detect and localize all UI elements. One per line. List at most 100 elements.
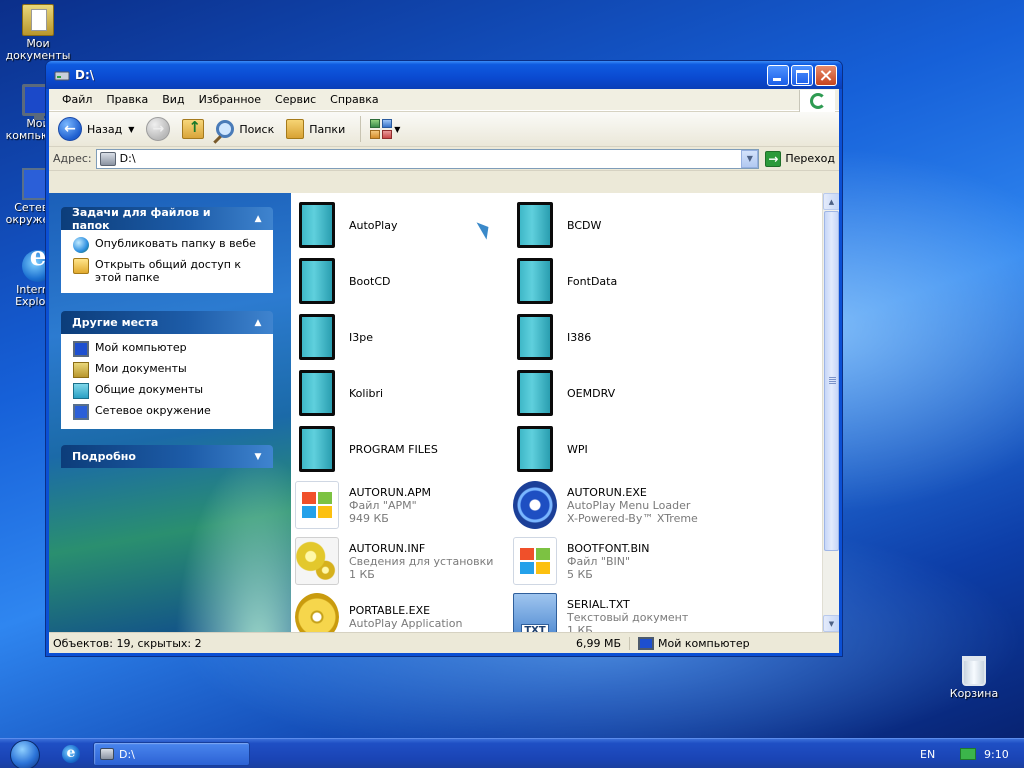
folder-icon bbox=[517, 370, 553, 416]
file-tasks-body: Опубликовать папку в вебе Открыть общий … bbox=[61, 230, 273, 293]
drive-icon bbox=[54, 67, 70, 83]
folders-label: Папки bbox=[309, 122, 346, 136]
folder-up-icon bbox=[182, 118, 205, 139]
file-item[interactable]: AUTORUN.INF Сведения для установки 1 КБ bbox=[295, 533, 513, 589]
folder-icon bbox=[299, 426, 335, 472]
menu-edit[interactable]: Правка bbox=[99, 89, 155, 111]
network-places-icon bbox=[73, 404, 89, 420]
file-item[interactable]: TXT SERIAL.TXT Текстовый документ 1 КБ bbox=[513, 589, 731, 632]
address-value: D:\ bbox=[119, 152, 136, 165]
place-label: Общие документы bbox=[95, 383, 204, 396]
task-label: Открыть общий доступ к этой папке bbox=[95, 258, 242, 284]
address-dropdown-icon[interactable]: ▼ bbox=[741, 149, 759, 168]
menu-favorites[interactable]: Избранное bbox=[192, 89, 268, 111]
file-item[interactable]: BootCD bbox=[295, 253, 513, 309]
windows-file-icon bbox=[513, 537, 557, 585]
file-item[interactable]: FontData bbox=[513, 253, 731, 309]
start-button[interactable] bbox=[10, 740, 40, 768]
maximize-button[interactable] bbox=[791, 64, 813, 86]
file-name: WPI bbox=[567, 442, 588, 456]
txt-badge: TXT bbox=[521, 624, 549, 632]
status-size: 6,99 МБ bbox=[575, 636, 621, 650]
network-tray-icon[interactable] bbox=[960, 748, 976, 760]
place-shared-documents[interactable]: Общие документы bbox=[73, 383, 264, 399]
vertical-scrollbar[interactable]: ▲ ▼ bbox=[822, 193, 839, 632]
place-my-documents[interactable]: Мои документы bbox=[73, 362, 264, 378]
desktop-icon-my-documents[interactable]: Мои документы bbox=[0, 4, 76, 62]
folders-button[interactable]: Папки bbox=[283, 114, 348, 144]
text-file-icon: TXT bbox=[513, 593, 557, 632]
place-network[interactable]: Сетевое окружение bbox=[73, 404, 264, 420]
title-bar[interactable]: D:\ bbox=[46, 61, 842, 89]
file-name: BootCD bbox=[349, 274, 391, 288]
scroll-down-button[interactable]: ▼ bbox=[823, 615, 839, 632]
details-header[interactable]: Подробно ▼ bbox=[61, 445, 273, 468]
scroll-up-button[interactable]: ▲ bbox=[823, 193, 839, 210]
views-button[interactable]: ▼ bbox=[367, 114, 403, 144]
go-button[interactable]: → Переход bbox=[765, 150, 835, 167]
views-dropdown-icon: ▼ bbox=[394, 124, 401, 134]
file-item[interactable]: BOOTFONT.BIN Файл "BIN" 5 КБ bbox=[513, 533, 731, 589]
folder-icon bbox=[517, 426, 553, 472]
file-item[interactable]: AUTORUN.APM Файл "APM" 949 КБ bbox=[295, 477, 513, 533]
search-button[interactable]: Поиск bbox=[213, 114, 277, 144]
menu-view[interactable]: Вид bbox=[155, 89, 191, 111]
task-share-folder[interactable]: Открыть общий доступ к этой папке bbox=[73, 258, 264, 284]
file-item[interactable]: PORTABLE.EXE AutoPlay Application bbox=[295, 589, 513, 632]
other-places-panel: Другие места ▲ Мой компьютер Мои докумен… bbox=[61, 311, 273, 429]
back-dropdown-icon[interactable]: ▼ bbox=[128, 125, 134, 134]
folder-icon bbox=[517, 314, 553, 360]
file-item[interactable]: BCDW bbox=[513, 197, 731, 253]
file-name: I3pe bbox=[349, 330, 373, 344]
file-item[interactable]: AUTORUN.EXE AutoPlay Menu Loader X-Powered… bbox=[513, 477, 731, 533]
file-name: OEMDRV bbox=[567, 386, 616, 400]
close-button[interactable] bbox=[815, 64, 837, 86]
menu-tools[interactable]: Сервис bbox=[268, 89, 323, 111]
file-tasks-header[interactable]: Задачи для файлов и папок ▲ bbox=[61, 206, 273, 232]
internet-explorer-icon[interactable]: e bbox=[62, 745, 80, 763]
clock[interactable]: 9:10 bbox=[984, 748, 1009, 761]
file-name: SERIAL.TXT bbox=[567, 597, 630, 611]
menu-file[interactable]: Файл bbox=[55, 89, 99, 111]
desktop-icon-label: Мои документы bbox=[5, 37, 71, 62]
place-label: Сетевое окружение bbox=[95, 404, 211, 417]
scroll-thumb[interactable] bbox=[824, 211, 839, 551]
file-item[interactable]: Kolibri bbox=[295, 365, 513, 421]
explorer-window: D:\ Файл Правка Вид Избранное Сервис Спр… bbox=[45, 60, 843, 657]
expand-chevron-icon[interactable]: ▼ bbox=[251, 450, 265, 464]
file-list-pane[interactable]: AutoPlay BCDW BootCD FontData I3pe I386 … bbox=[291, 193, 839, 632]
file-item[interactable]: OEMDRV bbox=[513, 365, 731, 421]
taskbar: e D:\ 9:10 EN bbox=[0, 738, 1024, 768]
address-field[interactable]: D:\ ▼ bbox=[95, 148, 760, 169]
task-publish-web[interactable]: Опубликовать папку в вебе bbox=[73, 237, 264, 253]
back-button[interactable]: ← Назад ▼ bbox=[55, 114, 137, 144]
status-bar: Объектов: 19, скрытых: 2 6,99 МБ Мой ком… bbox=[49, 632, 839, 653]
window-title: D:\ bbox=[75, 68, 95, 82]
file-description: AutoPlay Menu Loader bbox=[567, 498, 691, 512]
file-item[interactable]: I386 bbox=[513, 309, 731, 365]
forward-button[interactable]: → bbox=[143, 114, 173, 144]
menu-help[interactable]: Справка bbox=[323, 89, 385, 111]
my-documents-icon bbox=[73, 362, 89, 378]
file-size: 1 КБ bbox=[567, 623, 593, 633]
toolbar-separator bbox=[360, 116, 362, 142]
collapse-chevron-icon[interactable]: ▲ bbox=[251, 212, 265, 226]
file-name: AUTORUN.INF bbox=[349, 541, 426, 555]
collapse-chevron-icon[interactable]: ▲ bbox=[251, 316, 265, 330]
file-name: AUTORUN.EXE bbox=[567, 485, 647, 499]
other-places-header[interactable]: Другие места ▲ bbox=[61, 311, 273, 334]
file-name: Kolibri bbox=[349, 386, 384, 400]
file-item[interactable]: PROGRAM FILES bbox=[295, 421, 513, 477]
file-tasks-panel: Задачи для файлов и папок ▲ Опубликовать… bbox=[61, 206, 273, 293]
file-item[interactable]: I3pe bbox=[295, 309, 513, 365]
place-my-computer[interactable]: Мой компьютер bbox=[73, 341, 264, 357]
language-indicator[interactable]: EN bbox=[920, 748, 935, 761]
minimize-button[interactable] bbox=[767, 64, 789, 86]
taskbar-window-button[interactable]: D:\ bbox=[93, 742, 250, 766]
file-type: Текстовый документ bbox=[567, 610, 689, 624]
folder-icon bbox=[299, 258, 335, 304]
up-button[interactable] bbox=[179, 114, 207, 144]
cd-icon bbox=[295, 593, 339, 632]
desktop-icon-recycle-bin[interactable]: Корзина bbox=[936, 656, 1012, 700]
file-item[interactable]: WPI bbox=[513, 421, 731, 477]
